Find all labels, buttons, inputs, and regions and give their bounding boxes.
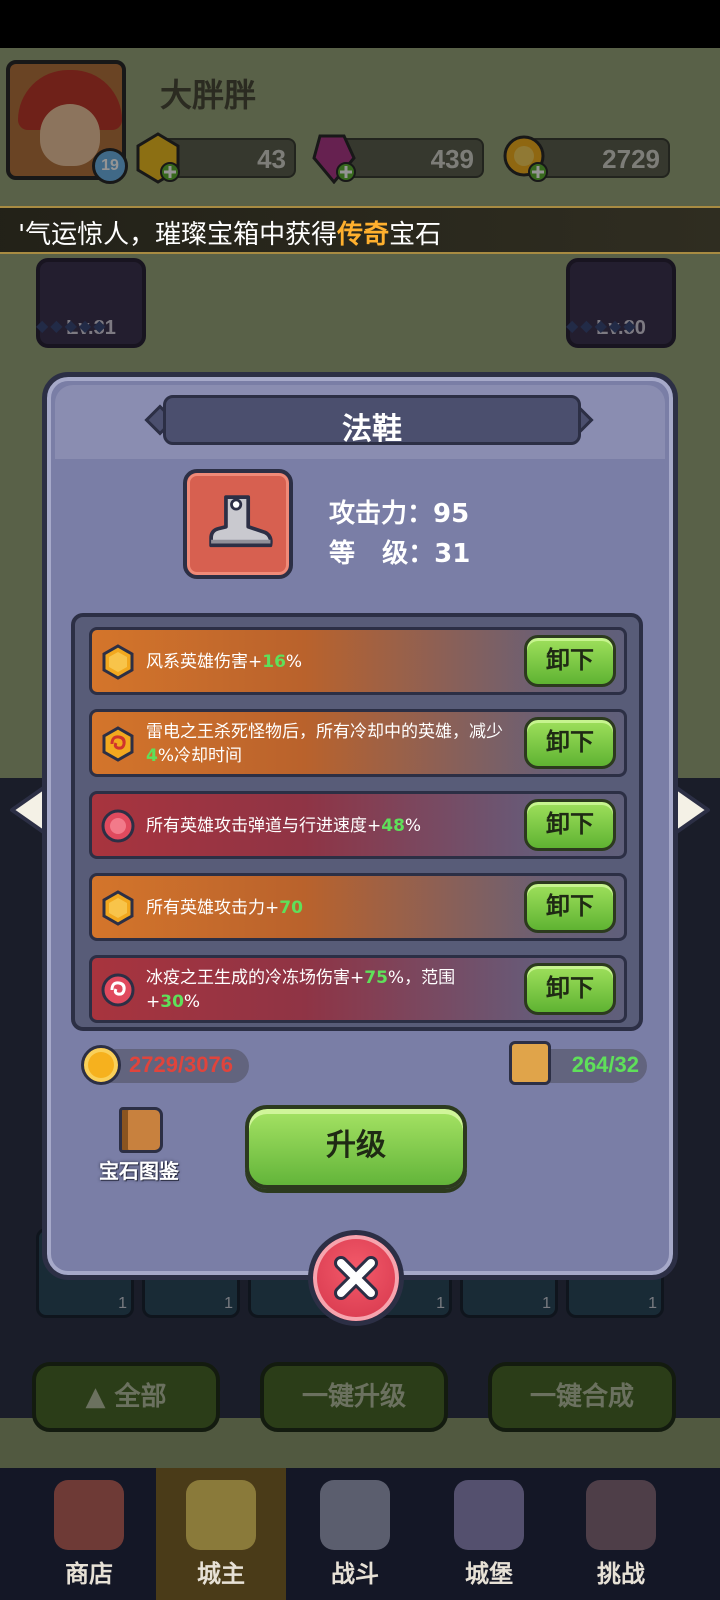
tab-castle-lord-label: 城主 [197,1560,245,1588]
gem-row: 雷电之王杀死怪物后，所有冷却中的英雄，减少4%冷却时间 卸下 [89,709,627,777]
announcement-ticker: '气运惊人，璀璨宝箱中获得传奇宝石 [0,206,720,254]
gem-encyclopedia-label: 宝石图鉴 [99,1159,179,1183]
equipment-detail-dialog: 法鞋 攻击力：95 等 级：31 风系英雄伤害+16% 卸下 雷电之王杀死怪物后… [42,372,678,1280]
ticker-message: '气运惊人，璀璨宝箱中获得传奇宝石 [18,220,442,250]
gem-effect-text: 雷电之王杀死怪物后，所有冷却中的英雄，减少4%冷却时间 [146,722,503,766]
round-ruby-icon [101,809,135,843]
tab-castle-label: 城堡 [465,1560,513,1588]
tab-challenge[interactable]: 挑战 [556,1468,686,1600]
boot-icon [209,495,273,548]
gem-encyclopedia-button[interactable]: 宝石图鉴 [99,1107,189,1187]
gem-row: 冰疫之王生成的冷冻场伤害+75%，范围+30% 卸下 [89,955,627,1023]
unequip-button[interactable]: 卸下 [524,963,616,1015]
unequip-button[interactable]: 卸下 [524,799,616,851]
gem-effect-text: 所有英雄攻击力+70 [146,898,303,918]
attack-stat: 攻击力：95 [329,493,469,530]
equipment-item-box [183,469,293,579]
gem-effect-text: 冰疫之王生成的冷冻场伤害+75%，范围+30% [146,968,456,1012]
tab-challenge-label: 挑战 [597,1560,645,1588]
game-screen: 19 大胖胖 43 439 2729 Lv.31 ◆◆◆◆◆ Lv.30 ◆◆◆… [0,0,720,1600]
coin-cost: 2729/3076 [81,1045,249,1085]
scroll-cost-value: 264/32 [571,1052,639,1077]
demon-icon [586,1480,656,1550]
book-icon [119,1107,163,1153]
unequip-button[interactable]: 卸下 [524,717,616,769]
gem-row: 所有英雄攻击力+70 卸下 [89,873,627,941]
gem-row: 风系英雄伤害+16% 卸下 [89,627,627,695]
coin-icon [81,1045,121,1085]
attack-value: 95 [433,499,470,529]
title-plate: 法鞋 [163,395,581,447]
upgrade-button[interactable]: 升级 [245,1105,467,1189]
gem-effect-text: 风系英雄伤害+16% [146,652,303,672]
gem-effect-text: 所有英雄攻击弹道与行进速度+48% [146,816,422,836]
close-icon [334,1256,378,1300]
tab-battle-label: 战斗 [331,1560,379,1588]
tab-battle[interactable]: 战斗 [290,1468,420,1600]
castle-icon [454,1480,524,1550]
tab-shop-label: 商店 [65,1560,113,1588]
crown-icon [186,1480,256,1550]
boot-scroll-icon [509,1041,551,1085]
dialog-title: 法鞋 [342,412,402,447]
close-button[interactable] [308,1230,404,1326]
swords-icon [320,1480,390,1550]
swirl-ruby-icon [101,973,135,1007]
tab-shop[interactable]: 商店 [24,1468,154,1600]
tab-castle-lord[interactable]: 城主 [156,1468,286,1600]
unequip-button[interactable]: 卸下 [524,881,616,933]
shop-icon [54,1480,124,1550]
dialog-header: 法鞋 [55,385,665,459]
tab-castle[interactable]: 城堡 [424,1468,554,1600]
unequip-button[interactable]: 卸下 [524,635,616,687]
swirl-gem-icon [102,726,134,762]
attack-label: 攻击力： [329,499,434,529]
coin-cost-value: 2729/3076 [129,1052,233,1077]
scroll-cost: 264/32 [509,1041,647,1085]
level-stat: 等 级：31 [329,533,470,570]
hexagon-gem-icon [102,644,134,680]
level-label: 等 级： [329,539,435,569]
gem-socket-list: 风系英雄伤害+16% 卸下 雷电之王杀死怪物后，所有冷却中的英雄，减少4%冷却时… [71,613,643,1031]
gem-row: 所有英雄攻击弹道与行进速度+48% 卸下 [89,791,627,859]
level-value: 31 [434,539,471,569]
hexagon-gem-icon [102,890,134,926]
